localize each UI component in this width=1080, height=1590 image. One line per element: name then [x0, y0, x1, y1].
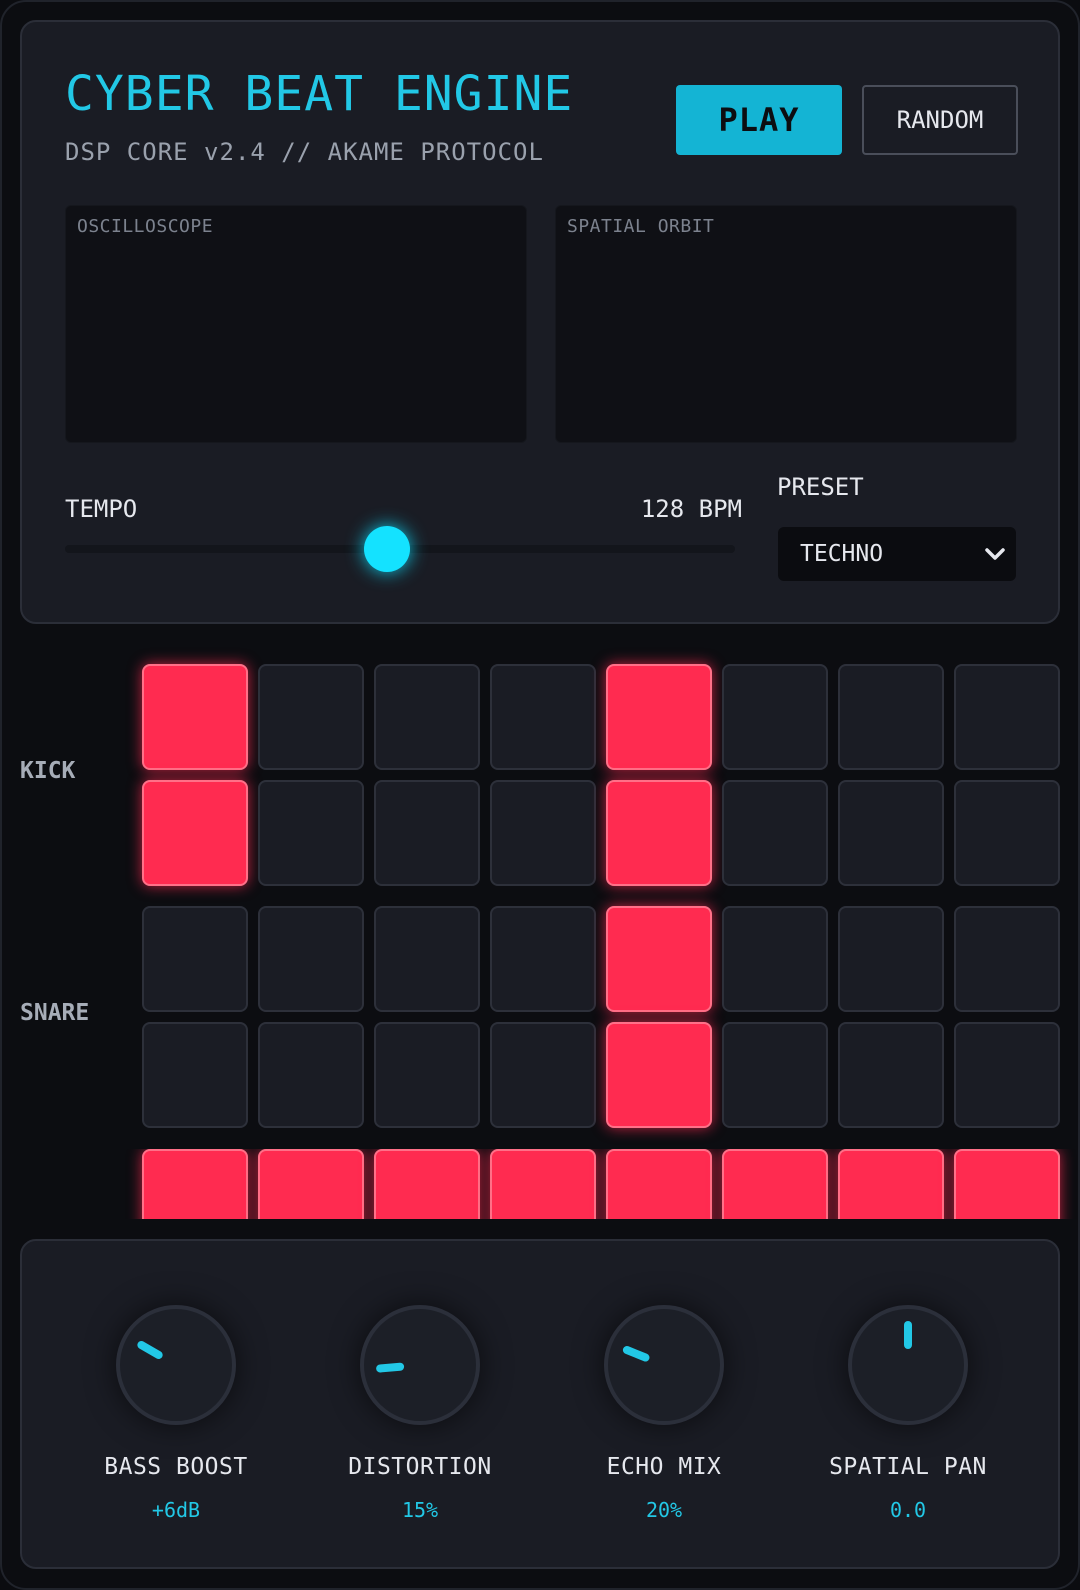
- knob-label: DISTORTION: [348, 1454, 492, 1480]
- step-pad[interactable]: [838, 780, 944, 886]
- app-subtitle: DSP CORE v2.4 // AKAME PROTOCOL: [65, 138, 544, 166]
- step-pad[interactable]: [722, 906, 828, 1012]
- step-pad[interactable]: [258, 906, 364, 1012]
- step-pad[interactable]: [606, 780, 712, 886]
- preset-label: PRESET: [777, 473, 864, 501]
- step-pad[interactable]: [954, 664, 1060, 770]
- step-pad[interactable]: [258, 1149, 364, 1219]
- knob-value: 20%: [645, 1498, 683, 1522]
- knob-value: +6dB: [151, 1498, 201, 1522]
- knob-value: 0.0: [889, 1498, 927, 1522]
- step-pad[interactable]: [606, 1022, 712, 1128]
- tempo-slider-thumb[interactable]: [363, 526, 410, 572]
- knob[interactable]: [116, 1305, 236, 1425]
- step-pad[interactable]: [490, 1022, 596, 1128]
- step-pad[interactable]: [142, 664, 248, 770]
- step-pad[interactable]: [142, 906, 248, 1012]
- chevron-down-icon: [985, 548, 1005, 560]
- spatial-orbit-display: SPATIAL ORBIT: [555, 205, 1017, 443]
- tempo-value: 128 BPM: [640, 495, 742, 523]
- step-pad[interactable]: [722, 1022, 828, 1128]
- knob-indicator: [904, 1321, 912, 1349]
- knob[interactable]: [848, 1305, 968, 1425]
- oscilloscope-label: OSCILLOSCOPE: [77, 216, 214, 237]
- step-pad[interactable]: [606, 1149, 712, 1219]
- step-pad[interactable]: [722, 664, 828, 770]
- tempo-label: TEMPO: [65, 495, 138, 523]
- play-button[interactable]: PLAY: [676, 85, 842, 155]
- effects-panel: BASS BOOST +6dB DISTORTION 15% ECHO MIX 20% SP…: [20, 1239, 1060, 1569]
- step-pad[interactable]: [954, 906, 1060, 1012]
- step-pad[interactable]: [722, 780, 828, 886]
- step-pad[interactable]: [490, 780, 596, 886]
- random-button[interactable]: RANDOM: [862, 85, 1018, 155]
- knob-label: BASS BOOST: [104, 1454, 248, 1480]
- step-pad[interactable]: [374, 1022, 480, 1128]
- preset-select[interactable]: TECHNO: [778, 527, 1016, 581]
- step-pad[interactable]: [374, 906, 480, 1012]
- knob-pointer: [622, 1346, 650, 1362]
- step-pad[interactable]: [954, 1149, 1060, 1219]
- knob-indicator: [137, 1341, 163, 1359]
- knob[interactable]: [604, 1305, 724, 1425]
- row-label-kick: KICK: [20, 758, 76, 784]
- knob-pointer: [137, 1341, 163, 1359]
- step-pad[interactable]: [490, 1149, 596, 1219]
- spatial-orbit-label: SPATIAL ORBIT: [567, 216, 715, 237]
- step-pad[interactable]: [838, 664, 944, 770]
- preset-selected-value: TECHNO: [800, 541, 884, 567]
- step-pad[interactable]: [490, 664, 596, 770]
- step-pad[interactable]: [838, 1149, 944, 1219]
- step-pad[interactable]: [258, 1022, 364, 1128]
- control-panel: CYBER BEAT ENGINE DSP CORE v2.4 // AKAME…: [20, 20, 1060, 624]
- knob[interactable]: [360, 1305, 480, 1425]
- step-pad[interactable]: [722, 1149, 828, 1219]
- step-pad[interactable]: [954, 780, 1060, 886]
- step-pad[interactable]: [606, 664, 712, 770]
- step-pad[interactable]: [142, 1149, 248, 1219]
- knob-value: 15%: [401, 1498, 439, 1522]
- step-pad[interactable]: [490, 906, 596, 1012]
- step-pad[interactable]: [838, 906, 944, 1012]
- row-label-snare: SNARE: [20, 1000, 90, 1026]
- step-pad[interactable]: [954, 1022, 1060, 1128]
- step-pad[interactable]: [374, 1149, 480, 1219]
- step-pad[interactable]: [258, 780, 364, 886]
- knob-label: ECHO MIX: [606, 1454, 722, 1480]
- step-pad[interactable]: [838, 1022, 944, 1128]
- step-pad[interactable]: [606, 906, 712, 1012]
- oscilloscope-display: OSCILLOSCOPE: [65, 205, 527, 443]
- knob-indicator: [622, 1346, 650, 1362]
- tempo-slider[interactable]: [65, 526, 735, 572]
- partial-pad-row: [0, 1149, 1080, 1219]
- step-pad[interactable]: [374, 664, 480, 770]
- step-pad[interactable]: [258, 664, 364, 770]
- step-pad[interactable]: [142, 780, 248, 886]
- step-pad[interactable]: [142, 1022, 248, 1128]
- app-title: CYBER BEAT ENGINE: [65, 66, 574, 122]
- knob-indicator: [376, 1362, 405, 1373]
- step-pad[interactable]: [374, 780, 480, 886]
- knob-label: SPATIAL PAN: [829, 1454, 987, 1480]
- knob-pointer: [376, 1362, 405, 1373]
